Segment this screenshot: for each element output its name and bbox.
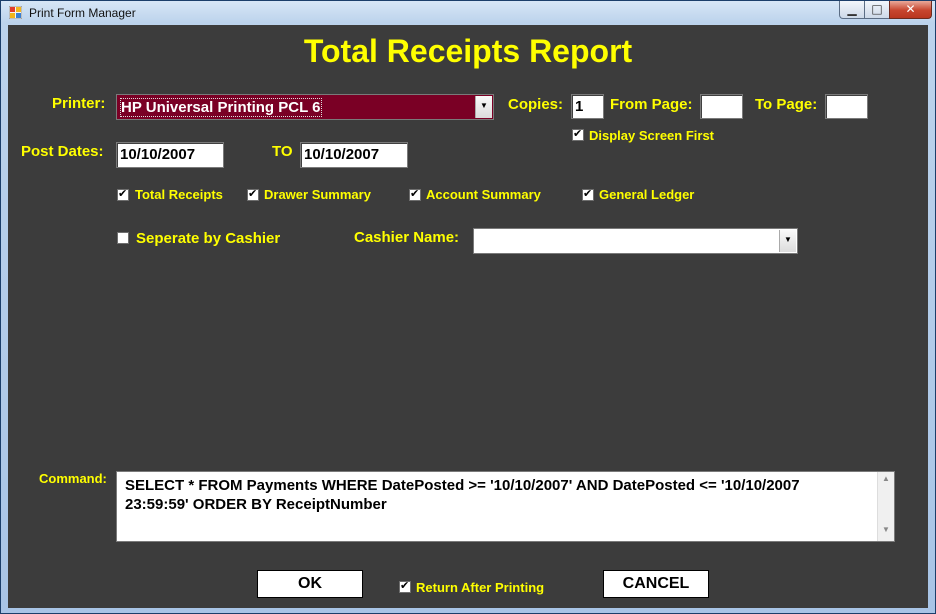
display-screen-first-checkbox[interactable]: ✔ (572, 127, 584, 141)
return-after-printing-label: Return After Printing (416, 580, 545, 595)
command-textarea[interactable]: SELECT * FROM Payments WHERE DatePosted … (116, 471, 895, 542)
maximize-button[interactable]: □ (864, 1, 890, 19)
post-date-to-field[interactable]: 10/10/2007 (300, 142, 408, 168)
return-after-printing-checkbox[interactable]: ✔ (399, 579, 411, 593)
chevron-down-icon[interactable]: ▼ (779, 230, 796, 252)
copies-field[interactable]: 1 (571, 94, 604, 119)
separate-by-cashier-checkbox[interactable] (117, 232, 129, 244)
general-ledger-label: General Ledger (599, 187, 695, 202)
check-icon: ✔ (410, 187, 420, 200)
cashier-name-select[interactable]: ▼ (473, 228, 798, 254)
to-page-field[interactable] (825, 94, 868, 119)
total-receipts-checkbox[interactable]: ✔ (117, 187, 129, 201)
app-icon (9, 6, 22, 19)
check-icon: ✔ (583, 187, 593, 200)
drawer-summary-label: Drawer Summary (264, 187, 371, 202)
printer-value: HP Universal Printing PCL 6 (120, 98, 322, 117)
close-button[interactable]: ✕ (889, 1, 932, 19)
minimize-icon: ▁ (847, 2, 857, 16)
check-icon: ✔ (248, 187, 258, 200)
drawer-summary-checkbox[interactable]: ✔ (247, 187, 259, 201)
separate-by-cashier-label: Seperate by Cashier (136, 230, 281, 247)
post-date-from-field[interactable]: 10/10/2007 (116, 142, 224, 168)
form-client-area: Total Receipts Report Printer: HP Univer… (8, 25, 928, 608)
print-form-manager-window: Print Form Manager ▁ □ ✕ Total Receipts … (0, 0, 936, 614)
post-dates-label: Post Dates: (21, 143, 104, 160)
printer-label: Printer: (52, 95, 106, 112)
check-icon: ✔ (573, 127, 583, 140)
display-screen-first-label: Display Screen First (589, 128, 714, 143)
account-summary-checkbox[interactable]: ✔ (409, 187, 421, 201)
copies-label: Copies: (508, 96, 564, 113)
printer-select[interactable]: HP Universal Printing PCL 6 ▼ (116, 94, 494, 120)
maximize-icon: □ (871, 2, 883, 16)
report-title: Total Receipts Report (303, 33, 633, 69)
command-scrollbar[interactable]: ▲ ▼ (877, 472, 894, 541)
title-bar[interactable]: Print Form Manager ▁ □ ✕ (1, 1, 935, 25)
command-label: Command: (39, 471, 107, 486)
chevron-down-icon[interactable]: ▼ (475, 96, 492, 118)
ok-button[interactable]: OK (257, 570, 363, 598)
from-page-label: From Page: (610, 96, 693, 113)
check-icon: ✔ (400, 579, 410, 592)
cashier-name-label: Cashier Name: (354, 229, 460, 246)
to-page-label: To Page: (755, 96, 818, 113)
command-text: SELECT * FROM Payments WHERE DatePosted … (125, 477, 800, 513)
scroll-up-icon[interactable]: ▲ (878, 474, 894, 488)
general-ledger-checkbox[interactable]: ✔ (582, 187, 594, 201)
post-dates-to-label: TO (272, 143, 293, 160)
cancel-button[interactable]: CANCEL (603, 570, 709, 598)
total-receipts-label: Total Receipts (135, 187, 223, 202)
window-title: Print Form Manager (29, 6, 136, 20)
scroll-down-icon[interactable]: ▼ (878, 525, 894, 539)
check-icon: ✔ (118, 187, 128, 200)
from-page-field[interactable] (700, 94, 743, 119)
minimize-button[interactable]: ▁ (839, 1, 865, 19)
account-summary-label: Account Summary (426, 187, 541, 202)
close-icon: ✕ (905, 2, 916, 16)
